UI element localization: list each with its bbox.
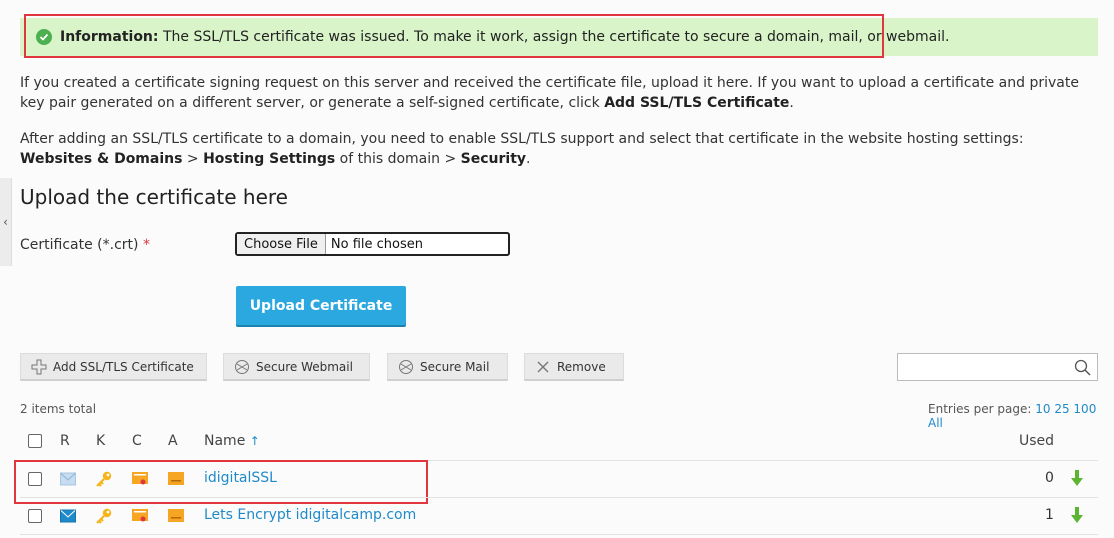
page-size-100[interactable]: 100 [1073,402,1096,416]
alert-message: The SSL/TLS certificate was issued. To m… [162,29,950,45]
items-total: 2 items total [20,402,97,416]
row-divider [20,534,1098,535]
required-mark: * [142,237,150,253]
used-count: 0 [1045,470,1054,486]
select-all-checkbox[interactable] [28,434,42,448]
column-header-c[interactable]: C [132,433,142,449]
sidebar-collapse-handle[interactable]: ‹ [0,178,12,266]
key-icon [96,471,112,487]
download-arrow-icon[interactable] [1070,507,1084,524]
certificate-icon [132,472,148,485]
sort-ascending-icon: ↑ [249,434,260,448]
certificate-name-link[interactable]: Lets Encrypt idigitalcamp.com [204,507,416,523]
column-header-k[interactable]: K [96,433,105,449]
certificate-file-input[interactable]: Choose File No file chosen [235,232,510,256]
chevron-left-icon: ‹ [3,215,8,229]
page-size-all[interactable]: All [928,416,943,430]
row-checkbox[interactable] [28,472,42,486]
remove-x-icon [537,361,549,372]
choose-file-button[interactable]: Choose File [237,234,326,254]
mail-envelope-icon [60,509,76,523]
secure-mail-button[interactable]: Secure Mail [387,353,508,381]
column-header-name[interactable]: Name ↑ [204,433,260,449]
intro-paragraph-2: After adding an SSL/TLS certificate to a… [20,131,1024,167]
download-arrow-icon[interactable] [1070,470,1084,487]
file-status-text: No file chosen [330,236,423,252]
globe-icon [235,359,249,374]
column-header-a[interactable]: A [168,433,178,449]
header-divider [20,460,1098,461]
success-alert: Information: The SSL/TLS certificate was… [20,18,1098,56]
page-size-25[interactable]: 25 [1054,402,1069,416]
search-icon[interactable] [1074,359,1091,376]
page-size-10[interactable]: 10 [1035,402,1050,416]
ca-certificate-icon [168,509,184,522]
globe-icon [399,359,413,374]
key-icon [96,508,112,524]
search-box[interactable] [897,353,1098,381]
upload-certificate-button[interactable]: Upload Certificate [236,286,406,325]
used-count: 1 [1045,507,1054,523]
remove-button[interactable]: Remove [524,353,624,381]
certificate-icon [132,509,148,522]
ca-certificate-icon [168,472,184,485]
add-certificate-button[interactable]: Add SSL/TLS Certificate [20,353,207,381]
plus-icon [31,359,47,374]
check-circle-icon [36,29,52,45]
certificate-name-link[interactable]: idigitalSSL [204,470,277,486]
entries-per-page: Entries per page: 10 25 100 All [928,402,1097,430]
intro-paragraph-1: If you created a certificate signing req… [20,75,1079,111]
search-input[interactable] [898,354,1068,380]
row-checkbox[interactable] [28,509,42,523]
secure-webmail-button[interactable]: Secure Webmail [223,353,370,381]
upload-section-title: Upload the certificate here [20,185,288,209]
mail-envelope-icon [60,472,76,486]
alert-label: Information: [60,29,159,45]
certificate-field-label: Certificate (*.crt) * [20,237,150,253]
column-header-used[interactable]: Used [1019,433,1054,449]
column-header-r[interactable]: R [60,433,70,449]
row-divider [20,497,1098,498]
